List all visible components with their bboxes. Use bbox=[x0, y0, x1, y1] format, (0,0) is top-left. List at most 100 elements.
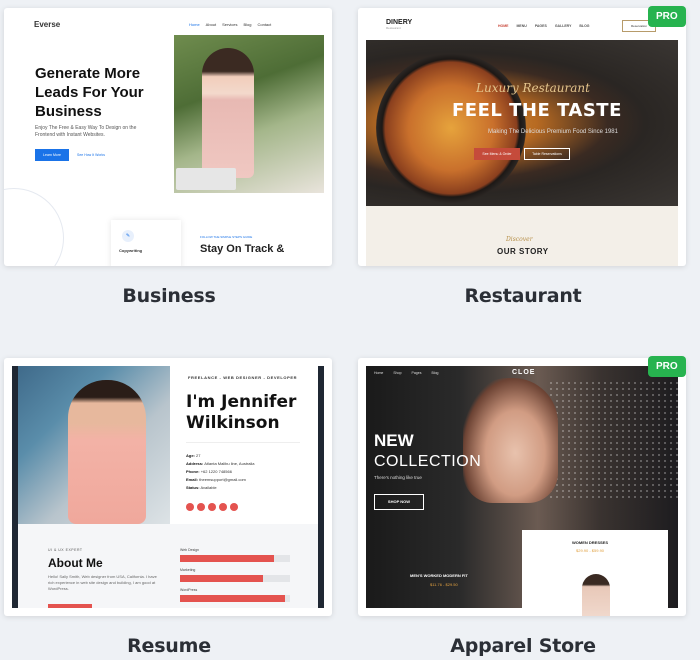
template-caption[interactable]: Business bbox=[4, 285, 334, 307]
pro-badge: PRO bbox=[648, 6, 686, 27]
about-text: Hello! Sally Smith, Web designer from US… bbox=[48, 574, 157, 591]
preview-menu-item: About bbox=[205, 22, 217, 27]
template-card-apparel-store[interactable]: Home Shop Pages Blog CLOE NEW COLLECTION… bbox=[358, 358, 686, 616]
preview-logo: Everse bbox=[34, 20, 61, 29]
preview-headline: FEEL THE TASTE bbox=[452, 100, 622, 121]
info-label: Status: bbox=[186, 485, 200, 490]
preview-menu-item: Blog bbox=[431, 371, 439, 375]
men-product-price: $11.76 - $29.50 bbox=[430, 582, 458, 587]
info-value: theemsupport@gmail.com bbox=[199, 477, 246, 482]
preview-nav: Home Shop Pages Blog CLOE bbox=[366, 366, 678, 380]
preview-headline: Generate More Leads For Your Business bbox=[35, 65, 144, 120]
skill-label: Web Design bbox=[180, 548, 200, 552]
preview-headline-secondary: COLLECTION bbox=[374, 453, 482, 470]
skill-label: WordPress bbox=[180, 588, 198, 592]
preview-headline: NEW bbox=[374, 431, 414, 450]
preview-subtext: Making The Delicious Premium Food Since … bbox=[488, 129, 618, 135]
template-card-resume[interactable]: FREELANCE - WEB DESIGNER - DEVELOPER I'm… bbox=[4, 358, 332, 616]
info-row: Address: Atlanta Malibu line, Australia bbox=[186, 460, 254, 468]
section-title: OUR STORY bbox=[497, 247, 549, 256]
preview-menu-item: Shop bbox=[393, 371, 402, 375]
preview-tagline: FREELANCE - WEB DESIGNER - DEVELOPER bbox=[188, 375, 298, 380]
section-small-label: FOLLOW THE SIMPLE STEPS GUIDE bbox=[200, 235, 253, 239]
info-row: Age: 27 bbox=[186, 452, 254, 460]
linkedin-icon bbox=[219, 503, 227, 511]
decorative-circle bbox=[4, 188, 64, 266]
info-row: Status: Available bbox=[186, 484, 254, 492]
model-image bbox=[463, 378, 558, 503]
preview-menu-item: MENU bbox=[516, 24, 527, 28]
skill-bar bbox=[180, 575, 290, 582]
preview-menu-item: Blog bbox=[243, 22, 252, 27]
discover-label: Discover bbox=[506, 236, 533, 243]
template-caption[interactable]: Restaurant bbox=[358, 285, 688, 307]
preview-menu-item: GALLERY bbox=[554, 24, 572, 28]
preview-subtext: There's nothing like true bbox=[374, 475, 422, 480]
preview-menu-item: Services bbox=[222, 22, 238, 27]
feature-icon: ✎ bbox=[122, 230, 134, 242]
social-icons bbox=[186, 503, 238, 511]
skill-bar bbox=[180, 555, 290, 562]
preview-primary-button: Learn More bbox=[35, 149, 69, 161]
template-caption[interactable]: Resume bbox=[4, 635, 334, 657]
preview-secondary-button: Table Reservations bbox=[524, 148, 570, 160]
info-list: Age: 27 Address: Atlanta Malibu line, Au… bbox=[186, 452, 254, 492]
preview-menu: HOME MENU PAGES GALLERY BLOG bbox=[498, 24, 590, 28]
preview-menu-item: Home bbox=[374, 371, 384, 375]
preview-menu-item: BLOG bbox=[579, 24, 590, 28]
preview-script-title: Luxury Restaurant bbox=[476, 81, 590, 95]
preview-menu-item: HOME bbox=[498, 24, 509, 28]
preview-logo: DINERY Restaurant bbox=[386, 19, 412, 30]
about-title: About Me bbox=[48, 556, 103, 570]
skill-bar-fill bbox=[180, 595, 285, 602]
preview-menu-item: Pages bbox=[411, 371, 422, 375]
preview-menu: Home About Services Blog Contact bbox=[189, 22, 271, 27]
skill-bar-fill bbox=[180, 555, 274, 562]
logo-subtext: Restaurant bbox=[386, 26, 401, 30]
product-model-image bbox=[582, 574, 610, 616]
skill-bar bbox=[180, 595, 290, 602]
preview-logo: CLOE bbox=[512, 369, 536, 376]
facebook-icon bbox=[186, 503, 194, 511]
logo-text: DINERY bbox=[386, 19, 413, 26]
preview-subtext: Enjoy The Free & Easy Way To Design on t… bbox=[35, 125, 137, 138]
skill-label: Marketing bbox=[180, 568, 196, 572]
preview-menu-item: PAGES bbox=[534, 24, 547, 28]
shop-now-button: SHOP NOW bbox=[374, 494, 424, 510]
dribbble-icon bbox=[230, 503, 238, 511]
preview-menu-item: Home bbox=[189, 22, 200, 27]
paella-pan-image bbox=[376, 53, 526, 203]
instagram-icon bbox=[208, 503, 216, 511]
info-label: Address: bbox=[186, 461, 204, 466]
template-card-business[interactable]: Everse Home About Services Blog Contact … bbox=[4, 8, 332, 266]
preview-secondary-button: See How It Works bbox=[77, 153, 105, 157]
men-product-label: MEN'S WORKED MODERN FIT bbox=[410, 573, 468, 578]
preview-menu-item: Contact bbox=[257, 22, 272, 27]
info-label: Email: bbox=[186, 477, 199, 482]
laptop-image bbox=[176, 168, 236, 190]
about-tag: UI & UX EXPERT bbox=[48, 548, 83, 552]
polka-dot-pattern bbox=[548, 380, 678, 500]
skill-bar-fill bbox=[180, 575, 263, 582]
pro-badge: PRO bbox=[648, 356, 686, 377]
template-card-restaurant[interactable]: DINERY Restaurant HOME MENU PAGES GALLERY… bbox=[358, 8, 686, 266]
women-product-price: $29.90 - $59.90 bbox=[576, 548, 605, 553]
info-value: 27 bbox=[196, 453, 201, 458]
portrait-image bbox=[68, 380, 146, 524]
info-row: Email: theemsupport@gmail.com bbox=[186, 476, 254, 484]
feature-label: Copywriting bbox=[119, 248, 143, 253]
women-product-label: WOMEN DRESSES bbox=[572, 540, 609, 545]
preview-primary-button: See Menu & Order bbox=[474, 148, 520, 160]
preview-nav: Everse Home About Services Blog Contact bbox=[4, 20, 332, 34]
twitter-icon bbox=[197, 503, 205, 511]
info-row: Phone: +62 1220 748566 bbox=[186, 468, 254, 476]
person-image bbox=[202, 48, 254, 178]
info-value: Available bbox=[200, 485, 217, 490]
divider bbox=[186, 442, 300, 443]
info-value: +62 1220 748566 bbox=[200, 469, 232, 474]
info-value: Atlanta Malibu line, Australia bbox=[204, 461, 255, 466]
preview-nav: DINERY Restaurant HOME MENU PAGES GALLERY… bbox=[358, 8, 686, 40]
section-title: Stay On Track & bbox=[200, 243, 285, 255]
template-caption[interactable]: Apparel Store bbox=[358, 635, 688, 657]
info-label: Age: bbox=[186, 453, 195, 458]
